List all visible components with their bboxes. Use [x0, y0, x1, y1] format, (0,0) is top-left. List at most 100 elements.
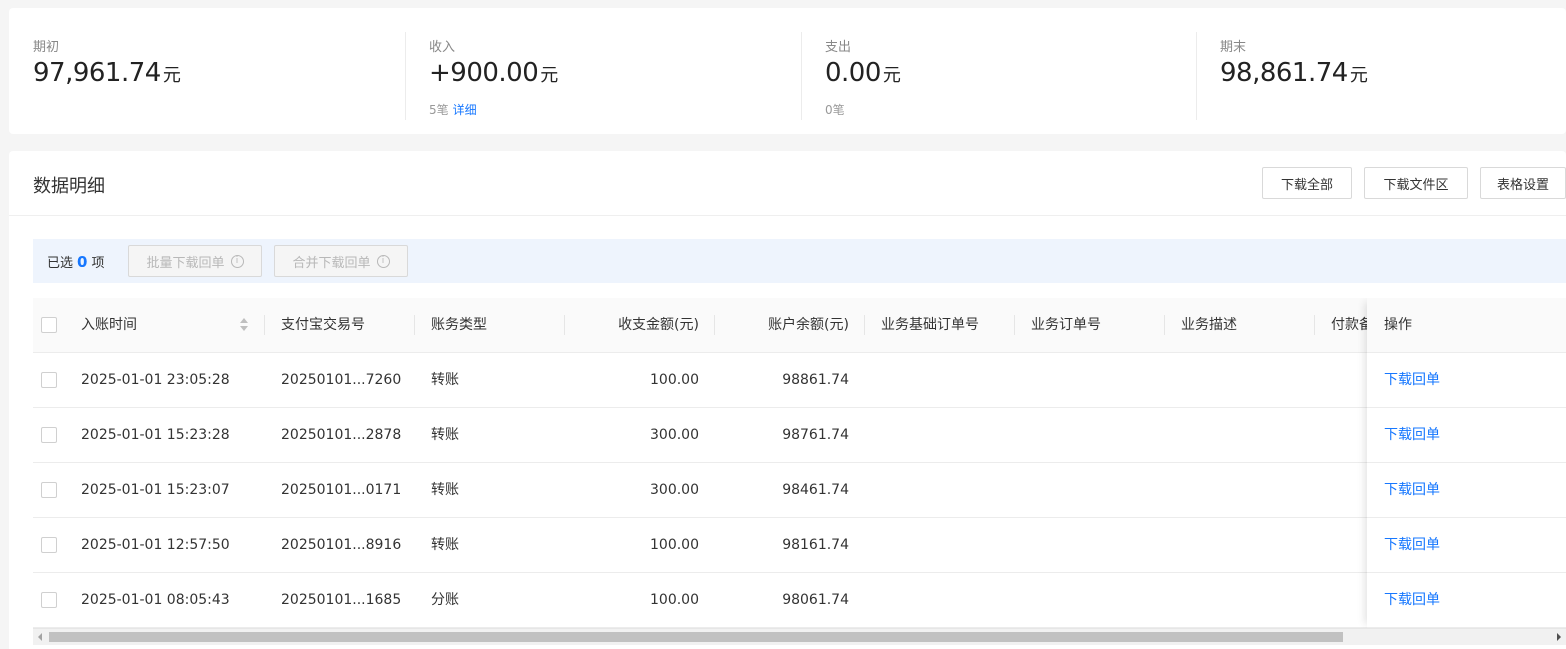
- merge-download-label: 合并下载回单: [292, 255, 371, 271]
- download-folder-button[interactable]: 下载文件区: [1364, 167, 1468, 199]
- cell-time: 2025-01-01 15:23:28: [81, 427, 230, 443]
- cell-alipay-no: 20250101...2878: [281, 427, 402, 443]
- opening-amount: 97,961.74 元: [33, 58, 181, 88]
- col-header-action-cell: 操作: [1367, 298, 1566, 353]
- cell-alipay-no: 20250101...7260: [281, 372, 402, 388]
- cell-balance: 98761.74: [782, 427, 849, 443]
- header-separator: [414, 315, 415, 335]
- cell-alipay-no: 20250101...0171: [281, 482, 402, 498]
- income-sub: 5笔 详细: [429, 101, 477, 118]
- income-amount-value: +900.00: [429, 58, 539, 88]
- closing-amount-value: 98,861.74: [1220, 58, 1348, 88]
- header-separator: [714, 315, 715, 335]
- select-all-checkbox[interactable]: [41, 317, 57, 333]
- col-header-action: 操作: [1384, 317, 1412, 333]
- cell-amount: 100.00: [650, 537, 699, 553]
- closing-amount: 98,861.74 元: [1220, 58, 1368, 88]
- income-amount: +900.00 元: [429, 58, 558, 88]
- cell-balance: 98861.74: [782, 372, 849, 388]
- expense-sub: 0笔: [825, 101, 845, 118]
- transaction-table: 入账时间 支付宝交易号 账务类型 收支金额(元) 账户余额(元) 业务基础订单号…: [33, 298, 1566, 628]
- panel-header: 数据明细 下载全部 下载文件区 表格设置: [9, 151, 1566, 216]
- cell-type: 转账: [431, 427, 459, 443]
- download-receipt-link[interactable]: 下载回单: [1384, 353, 1440, 407]
- row-checkbox[interactable]: [41, 372, 57, 388]
- expense-amount: 0.00 元: [825, 58, 901, 88]
- col-header-balance: 账户余额(元): [768, 317, 849, 333]
- table-row: 2025-01-01 12:57:50 20250101...8916 转账 1…: [33, 518, 1566, 573]
- expense-amount-value: 0.00: [825, 58, 881, 88]
- download-receipt-link[interactable]: 下载回单: [1384, 573, 1440, 627]
- income-detail-link[interactable]: 详细: [453, 103, 477, 117]
- download-all-button[interactable]: 下载全部: [1262, 167, 1352, 199]
- cell-balance: 98161.74: [782, 537, 849, 553]
- download-receipt-link[interactable]: 下载回单: [1384, 463, 1440, 517]
- cell-amount: 100.00: [650, 372, 699, 388]
- summary-divider: [801, 32, 802, 120]
- row-checkbox[interactable]: [41, 482, 57, 498]
- table-row: 2025-01-01 15:23:28 20250101...2878 转账 3…: [33, 408, 1566, 463]
- action-cell: 下载回单: [1367, 463, 1566, 518]
- selection-prefix: 已选: [47, 256, 74, 271]
- summary-card: 期初 97,961.74 元 收入 +900.00 元 5笔 详细 支出 0.00 元 …: [9, 8, 1566, 134]
- income-count: 5笔: [429, 103, 449, 117]
- horizontal-scrollbar[interactable]: [33, 628, 1566, 645]
- table-row: 2025-01-01 08:05:43 20250101...1685 分账 1…: [33, 573, 1566, 628]
- opening-amount-value: 97,961.74: [33, 58, 161, 88]
- cell-time: 2025-01-01 23:05:28: [81, 372, 230, 388]
- info-icon: i: [376, 254, 390, 268]
- data-detail-panel: 数据明细 下载全部 下载文件区 表格设置 已选 0 项 批量下载回单 i 合并下载回单…: [9, 151, 1566, 649]
- expense-amount-unit: 元: [882, 65, 901, 86]
- action-cell: 下载回单: [1367, 353, 1566, 408]
- selection-count: 0: [77, 253, 88, 271]
- opening-amount-unit: 元: [162, 65, 181, 86]
- info-icon: i: [230, 254, 244, 268]
- cell-time: 2025-01-01 08:05:43: [81, 592, 230, 608]
- row-checkbox[interactable]: [41, 592, 57, 608]
- header-separator: [564, 315, 565, 335]
- merge-download-receipt-button[interactable]: 合并下载回单 i: [274, 245, 408, 277]
- cell-amount: 300.00: [650, 427, 699, 443]
- col-header-order: 业务订单号: [1031, 317, 1101, 333]
- header-separator: [1014, 315, 1015, 335]
- closing-amount-unit: 元: [1349, 65, 1368, 86]
- action-cell: 下载回单: [1367, 408, 1566, 463]
- batch-download-receipt-button[interactable]: 批量下载回单 i: [128, 245, 262, 277]
- table-row: 2025-01-01 15:23:07 20250101...0171 转账 3…: [33, 463, 1566, 518]
- sort-icon[interactable]: [239, 318, 249, 332]
- income-label: 收入: [429, 40, 456, 55]
- scroll-left-arrow-icon[interactable]: [38, 633, 42, 641]
- download-receipt-link[interactable]: 下载回单: [1384, 518, 1440, 572]
- cell-balance: 98461.74: [782, 482, 849, 498]
- income-amount-unit: 元: [540, 65, 559, 86]
- cell-type: 转账: [431, 537, 459, 553]
- cell-type: 分账: [431, 592, 459, 608]
- cell-time: 2025-01-01 15:23:07: [81, 482, 230, 498]
- row-checkbox[interactable]: [41, 427, 57, 443]
- summary-divider: [1196, 32, 1197, 120]
- header-separator: [1314, 315, 1315, 335]
- col-header-time[interactable]: 入账时间: [81, 298, 231, 352]
- header-separator: [1164, 315, 1165, 335]
- scrollbar-thumb[interactable]: [49, 632, 1343, 642]
- col-header-alipay-no: 支付宝交易号: [281, 317, 365, 333]
- cell-amount: 100.00: [650, 592, 699, 608]
- panel-title: 数据明细: [33, 176, 105, 197]
- table-row: 2025-01-01 23:05:28 20250101...7260 转账 1…: [33, 353, 1566, 408]
- cell-amount: 300.00: [650, 482, 699, 498]
- col-header-amount: 收支金额(元): [618, 317, 699, 333]
- selection-bar: 已选 0 项 批量下载回单 i 合并下载回单 i: [33, 239, 1566, 283]
- fixed-action-column: 操作 下载回单 下载回单 下载回单 下载回单 下载回单: [1367, 298, 1566, 628]
- action-cell: 下载回单: [1367, 518, 1566, 573]
- selection-suffix: 项: [91, 256, 105, 271]
- header-separator: [864, 315, 865, 335]
- col-header-type: 账务类型: [431, 317, 487, 333]
- scroll-right-arrow-icon[interactable]: [1557, 633, 1561, 641]
- download-receipt-link[interactable]: 下载回单: [1384, 408, 1440, 462]
- cell-time: 2025-01-01 12:57:50: [81, 537, 230, 553]
- expense-count: 0笔: [825, 103, 845, 117]
- action-cell: 下载回单: [1367, 573, 1566, 628]
- row-checkbox[interactable]: [41, 537, 57, 553]
- summary-divider: [405, 32, 406, 120]
- table-settings-button[interactable]: 表格设置: [1480, 167, 1566, 199]
